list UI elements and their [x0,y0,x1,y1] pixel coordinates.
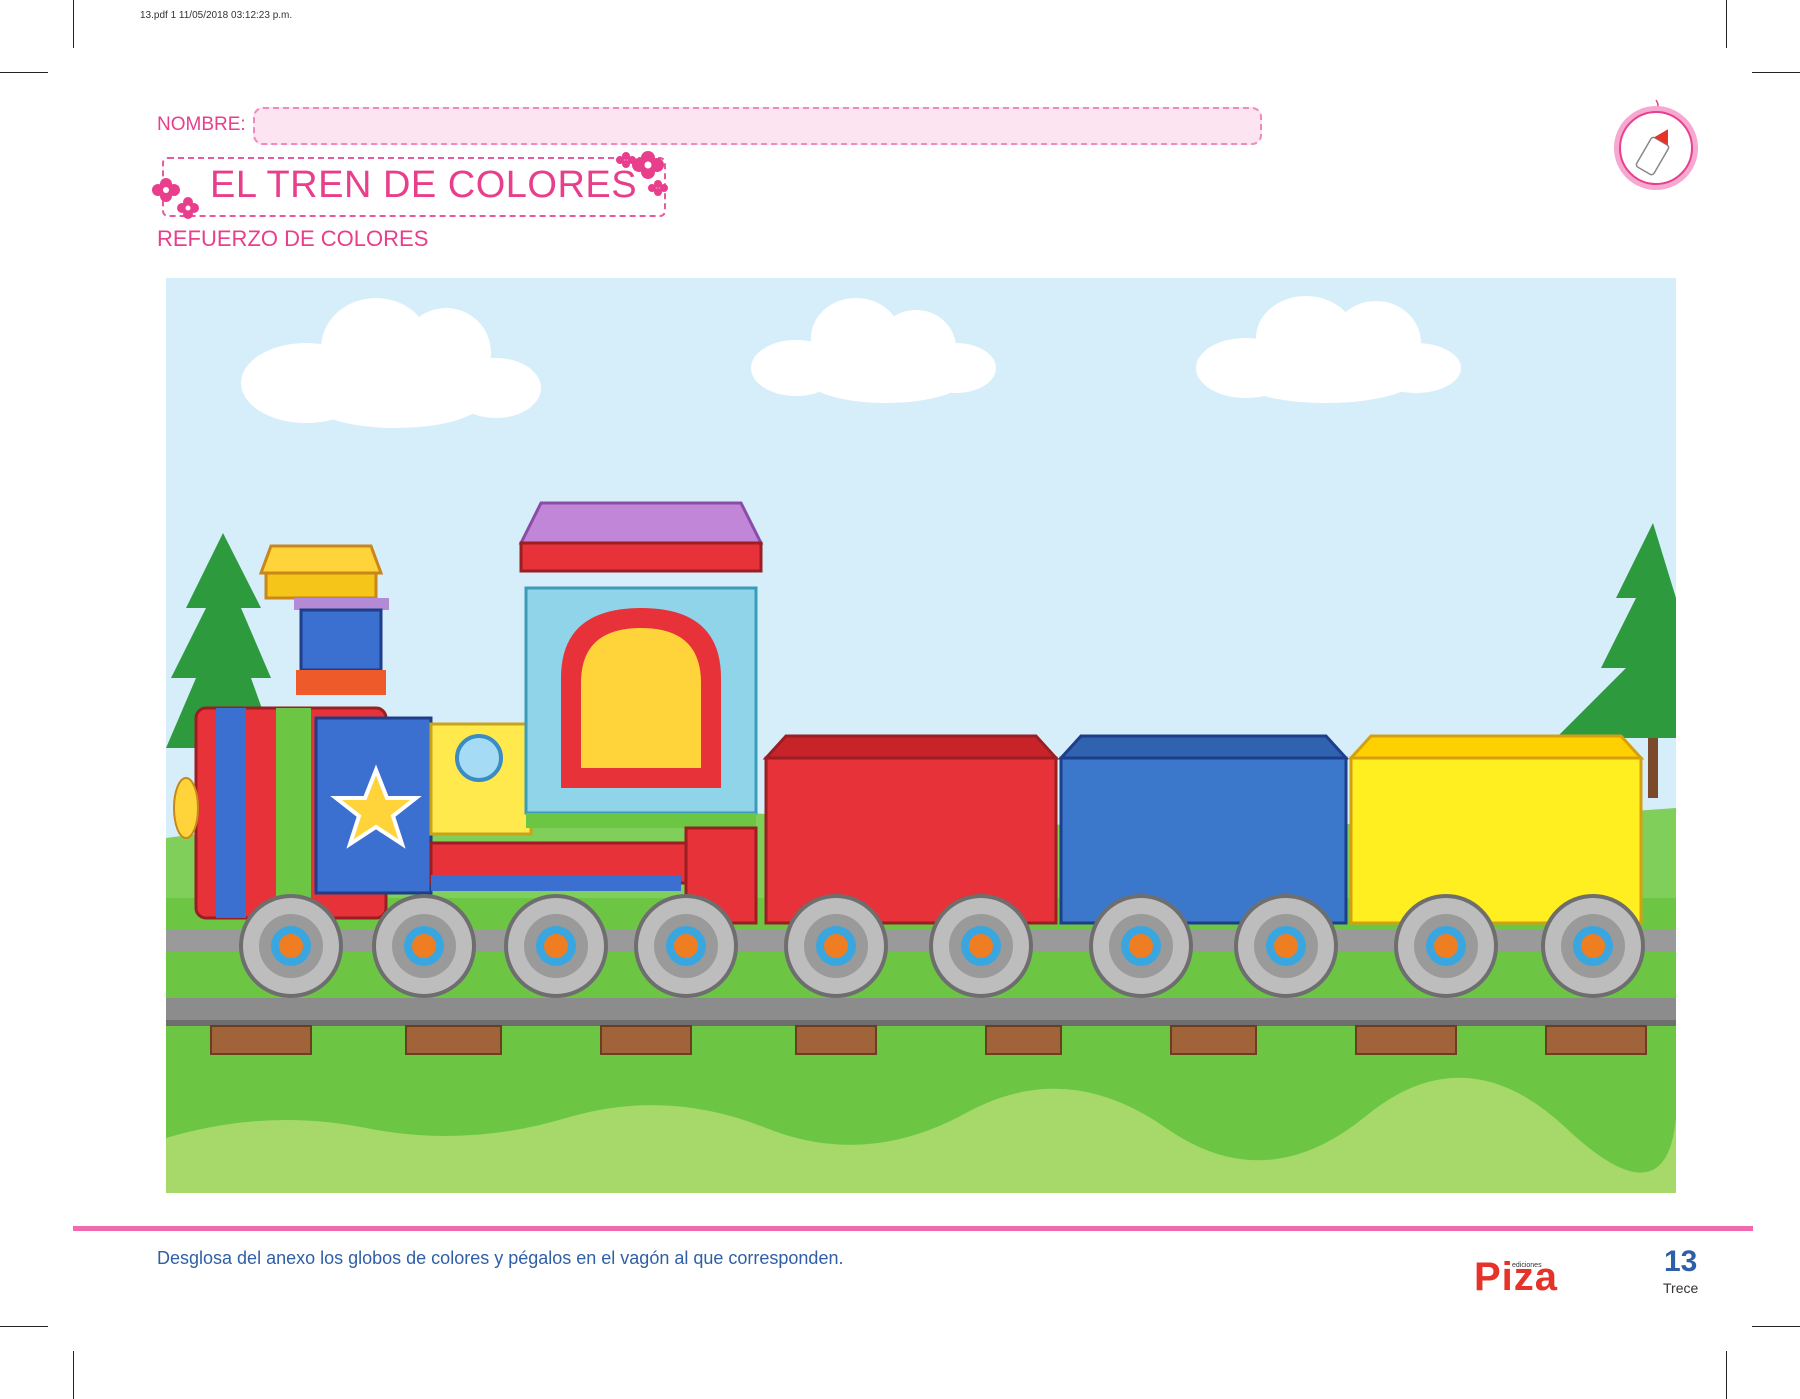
page-number: 13 [1664,1245,1698,1278]
crop-mark [1726,1351,1727,1399]
footer-divider [73,1226,1753,1231]
crop-mark [1726,0,1727,48]
crop-mark [1752,1326,1800,1327]
crop-mark [0,72,48,73]
print-info: 13.pdf 1 11/05/2018 03:12:23 p.m. [140,10,293,21]
red-wagon [762,734,1060,925]
page-number-word: Trece [1663,1280,1699,1296]
instruction-text: Desglosa del anexo los globos de colores… [157,1248,844,1268]
page-subtitle: REFUERZO DE COLORES [157,226,429,251]
crop-mark [0,1326,48,1327]
flower-icon [152,178,199,219]
glue-bottle-icon [1614,99,1698,190]
crop-mark [1752,72,1800,73]
rail [166,998,1676,1020]
page-title: EL TREN DE COLORES [210,164,638,206]
crop-mark [73,0,74,48]
blue-wagon [1057,734,1350,925]
name-field[interactable] [253,107,1262,145]
brand-logo: Piza [1474,1255,1559,1299]
train-illustration [166,278,1676,1193]
crop-mark [73,1351,74,1399]
name-label: NOMBRE: [157,114,246,135]
